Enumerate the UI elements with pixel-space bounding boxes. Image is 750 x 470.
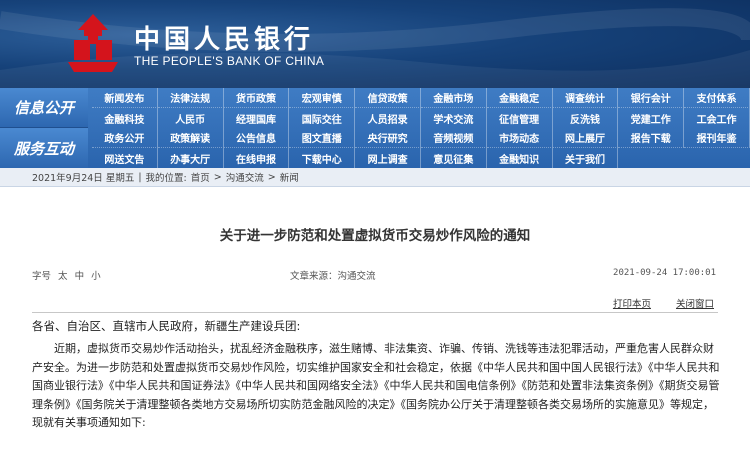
nav-row-1: 新闻发布 法律法规 货币政策 宏观审慎 信贷政策 金融市场 金融稳定 调查统计 … bbox=[92, 88, 750, 108]
article-source: 文章来源：沟通交流 bbox=[290, 271, 376, 282]
nav-item[interactable]: 法律法规 bbox=[157, 88, 224, 108]
article-paragraph: 近期，虚拟货币交易炒作活动抬头，扰乱经济金融秩序，滋生赌博、非法集资、诈骗、传销… bbox=[32, 342, 720, 429]
close-window-link[interactable]: 关闭窗口 bbox=[676, 299, 714, 310]
nav-row-2: 金融科技 人民币 经理国库 国际交往 人员招录 学术交流 征信管理 反洗钱 党建… bbox=[92, 108, 750, 128]
nav-item[interactable]: 新闻发布 bbox=[92, 88, 158, 108]
main-navigation: 信息公开 服务互动 新闻发布 法律法规 货币政策 宏观审慎 信贷政策 金融市场 … bbox=[0, 88, 750, 168]
nav-row-4: 网送文告 办事大厅 在线申报 下载中心 网上调查 意见征集 金融知识 关于我们 bbox=[92, 148, 750, 168]
nav-item[interactable]: 工会工作 bbox=[684, 108, 750, 128]
nav-item[interactable]: 银行会计 bbox=[618, 88, 685, 108]
nav-item[interactable]: 意见征集 bbox=[421, 148, 487, 168]
article-salutation: 各省、自治区、直辖市人民政府，新疆生产建设兵团: bbox=[32, 319, 301, 333]
nav-item[interactable]: 下载中心 bbox=[289, 148, 356, 168]
nav-item[interactable]: 网上展厅 bbox=[552, 128, 619, 148]
nav-row-3: 政务公开 政策解读 公告信息 图文直播 央行研究 音频视频 市场动态 网上展厅 … bbox=[92, 128, 750, 148]
breadcrumb-separator: > bbox=[213, 171, 222, 183]
nav-item[interactable]: 报告下载 bbox=[618, 128, 685, 148]
bank-name-en: THE PEOPLE'S BANK OF CHINA bbox=[134, 54, 325, 68]
font-size-medium-link[interactable]: 中 bbox=[75, 271, 85, 282]
nav-item[interactable]: 音频视频 bbox=[420, 128, 487, 148]
nav-item[interactable]: 网送文告 bbox=[92, 148, 158, 168]
breadcrumb-separator: > bbox=[267, 171, 276, 183]
nav-item[interactable]: 公告信息 bbox=[223, 128, 290, 148]
nav-item[interactable]: 征信管理 bbox=[487, 108, 553, 128]
print-page-link[interactable]: 打印本页 bbox=[613, 299, 651, 310]
nav-item[interactable]: 经理国库 bbox=[224, 108, 290, 128]
nav-item[interactable]: 反洗钱 bbox=[553, 108, 619, 128]
nav-item[interactable]: 关于我们 bbox=[553, 148, 619, 168]
bank-name-cn: 中国人民银行 bbox=[134, 25, 315, 55]
article-actions: 打印本页 关闭窗口 bbox=[591, 296, 714, 310]
nav-item[interactable]: 调查统计 bbox=[552, 88, 619, 108]
breadcrumb-communication[interactable]: 沟通交流 bbox=[226, 170, 264, 184]
nav-item[interactable]: 政策解读 bbox=[157, 128, 224, 148]
nav-item[interactable]: 金融稳定 bbox=[486, 88, 553, 108]
nav-item[interactable]: 学术交流 bbox=[421, 108, 487, 128]
breadcrumb-news[interactable]: 新闻 bbox=[280, 170, 299, 184]
nav-section-info-disclosure[interactable]: 信息公开 bbox=[0, 88, 88, 128]
current-date: 2021年9月24日 星期五 bbox=[32, 173, 135, 184]
nav-item[interactable]: 央行研究 bbox=[355, 128, 421, 148]
nav-item[interactable]: 网上调查 bbox=[355, 148, 421, 168]
nav-item[interactable]: 办事大厅 bbox=[158, 148, 224, 168]
nav-item[interactable]: 金融科技 bbox=[92, 108, 158, 128]
nav-item[interactable]: 党建工作 bbox=[618, 108, 685, 128]
font-size-controls: 字号 太 中 小 bbox=[32, 268, 101, 282]
nav-item[interactable]: 图文直播 bbox=[289, 128, 356, 148]
article-datetime: 2021-09-24 17:00:01 bbox=[613, 268, 716, 278]
breadcrumb: 2021年9月24日 星期五 | 我的位置: 首页 > 沟通交流 > 新闻 bbox=[0, 168, 750, 187]
nav-section-service-interaction[interactable]: 服务互动 bbox=[0, 128, 88, 168]
article-meta: 字号 太 中 小 文章来源：沟通交流 2021-09-24 17:00:01 bbox=[32, 268, 716, 282]
nav-item[interactable]: 政务公开 bbox=[92, 128, 158, 148]
font-size-label: 字号 bbox=[32, 271, 52, 282]
nav-item[interactable]: 在线申报 bbox=[224, 148, 290, 168]
article-main: 关于进一步防范和处置虚拟货币交易炒作风险的通知 字号 太 中 小 文章来源：沟通… bbox=[0, 188, 750, 470]
bank-emblem-icon bbox=[68, 14, 118, 72]
nav-item[interactable]: 信贷政策 bbox=[355, 88, 421, 108]
content-divider bbox=[32, 312, 718, 313]
breadcrumb-home[interactable]: 首页 bbox=[191, 170, 210, 184]
site-header: 中国人民银行 THE PEOPLE'S BANK OF CHINA bbox=[0, 0, 750, 88]
nav-item[interactable]: 人员招录 bbox=[355, 108, 421, 128]
font-size-large-link[interactable]: 太 bbox=[58, 271, 68, 282]
nav-item[interactable]: 国际交往 bbox=[289, 108, 356, 128]
nav-item[interactable]: 支付体系 bbox=[684, 88, 750, 108]
article-title: 关于进一步防范和处置虚拟货币交易炒作风险的通知 bbox=[219, 228, 531, 244]
nav-item[interactable]: 报刊年鉴 bbox=[684, 128, 750, 148]
nav-item[interactable]: 货币政策 bbox=[223, 88, 290, 108]
breadcrumb-divider: | bbox=[138, 171, 142, 183]
nav-item[interactable]: 金融市场 bbox=[420, 88, 487, 108]
nav-item[interactable]: 金融知识 bbox=[487, 148, 553, 168]
nav-item[interactable]: 人民币 bbox=[158, 108, 224, 128]
location-label: 我的位置: bbox=[145, 173, 187, 184]
nav-item[interactable]: 宏观审慎 bbox=[289, 88, 356, 108]
font-size-small-link[interactable]: 小 bbox=[91, 271, 101, 282]
nav-item[interactable]: 市场动态 bbox=[486, 128, 553, 148]
